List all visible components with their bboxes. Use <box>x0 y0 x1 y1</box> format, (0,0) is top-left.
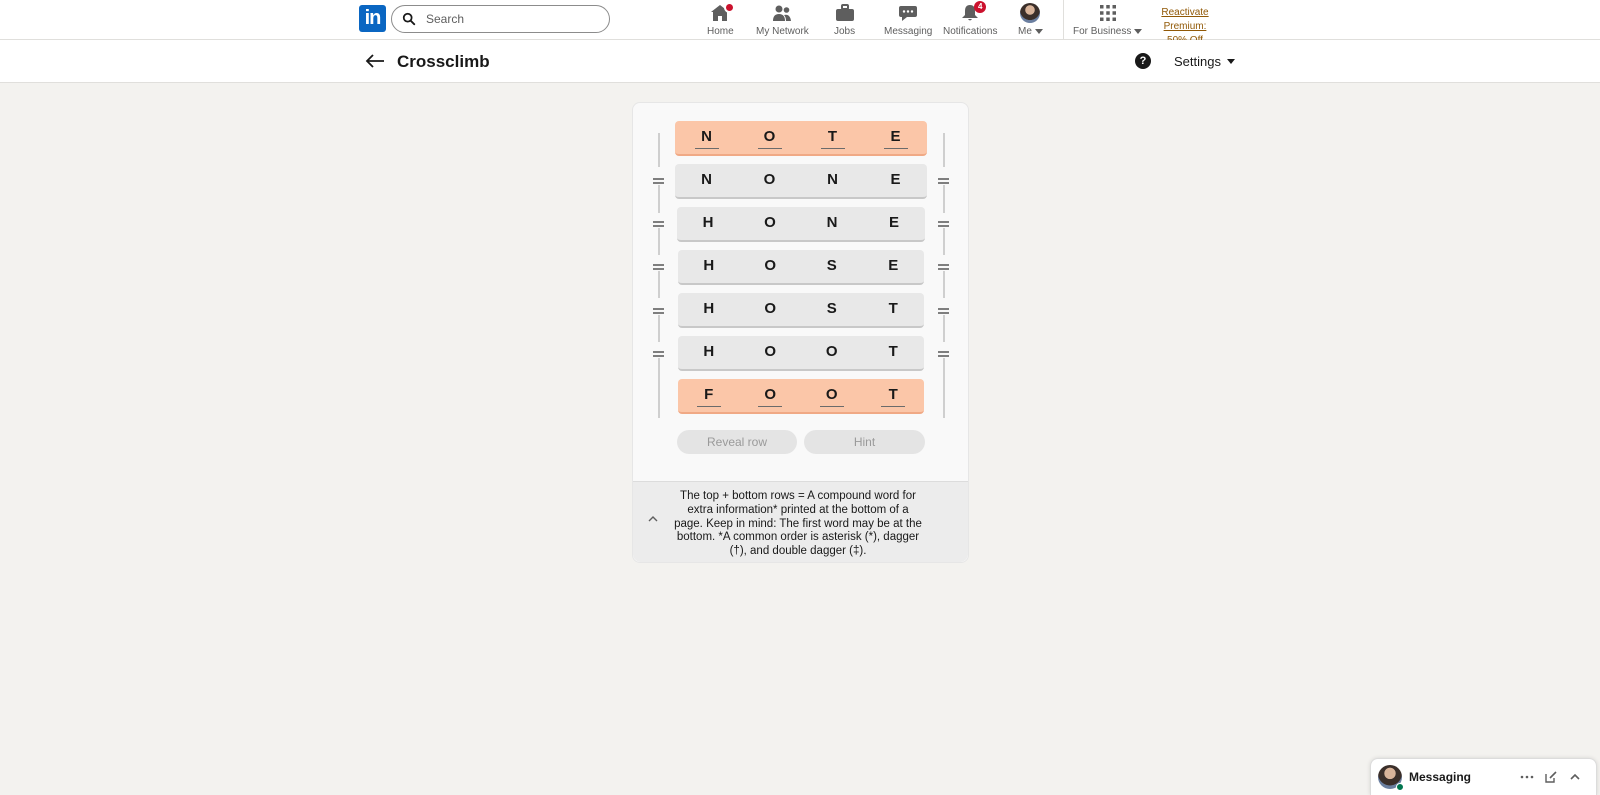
messaging-dock[interactable]: Messaging <box>1370 758 1597 795</box>
nav-item-for-business[interactable]: For Business <box>1073 3 1143 37</box>
chat-bubble-icon <box>899 6 918 21</box>
nav-label-home: Home <box>707 26 734 37</box>
drag-handle-icon[interactable] <box>653 264 664 270</box>
nav-item-my-network[interactable]: My Network <box>756 3 809 37</box>
letter-tile: O <box>757 128 782 149</box>
nav-item-notifications[interactable]: 4 Notifications <box>943 1 998 37</box>
letter-tile: E <box>883 128 908 149</box>
word-row[interactable]: H O N E <box>677 207 925 242</box>
letter-tile: H <box>702 214 714 231</box>
settings-label: Settings <box>1174 54 1221 69</box>
game-header: Crossclimb ? Settings <box>0 40 1600 83</box>
letter-tile: O <box>819 386 844 407</box>
premium-line-1: Reactivate Premium: <box>1161 7 1209 32</box>
for-business-label-text: For Business <box>1073 26 1132 37</box>
letter-tile: E <box>888 257 899 274</box>
search-input[interactable] <box>426 12 596 26</box>
letter-tile: N <box>701 171 712 188</box>
letter-tile: E <box>888 214 899 231</box>
compose-icon[interactable] <box>1543 769 1559 785</box>
letter-tile: O <box>764 300 777 317</box>
global-nav: in Home My Network <box>0 0 1600 46</box>
help-icon[interactable]: ? <box>1135 53 1151 69</box>
nav-label-notifications: Notifications <box>943 26 998 37</box>
nav-item-messaging[interactable]: Messaging <box>884 3 932 37</box>
nav-label-my-network: My Network <box>756 26 809 37</box>
hint-button[interactable]: Hint <box>804 430 925 454</box>
drag-handle-icon[interactable] <box>653 351 664 357</box>
letter-tile: S <box>826 300 837 317</box>
nav-divider <box>1063 0 1064 40</box>
letter-tile: O <box>825 343 838 360</box>
nav-item-jobs[interactable]: Jobs <box>834 3 855 37</box>
nav-item-home[interactable]: Home <box>707 2 736 37</box>
clue-panel: The top + bottom rows = A compound word … <box>633 481 968 562</box>
letter-tile: H <box>703 343 715 360</box>
settings-dropdown[interactable]: Settings <box>1174 54 1235 69</box>
letter-tile: E <box>890 171 901 188</box>
word-row[interactable]: H O S E <box>678 250 924 285</box>
word-row-bottom[interactable]: F O O T <box>678 379 924 414</box>
letter-tile: H <box>703 257 715 274</box>
chevron-up-icon[interactable] <box>646 512 660 526</box>
chevron-down-icon <box>1226 59 1235 64</box>
drag-handle-icon[interactable] <box>938 178 949 184</box>
online-status-indicator <box>1396 783 1404 791</box>
drag-handle-icon[interactable] <box>938 351 949 357</box>
reveal-row-button[interactable]: Reveal row <box>677 430 797 454</box>
letter-tile: T <box>881 386 906 407</box>
letter-tile: F <box>696 386 721 407</box>
chevron-up-icon[interactable] <box>1567 769 1583 785</box>
chevron-down-icon <box>1034 29 1043 34</box>
me-label-text: Me <box>1018 26 1032 37</box>
search-box[interactable] <box>391 5 610 33</box>
letter-tile: O <box>764 214 776 231</box>
drag-handle-icon[interactable] <box>653 308 664 314</box>
letter-tile: O <box>764 343 777 360</box>
letter-tile: N <box>826 214 838 231</box>
drag-handle-icon[interactable] <box>653 221 664 227</box>
letter-tile: N <box>827 171 838 188</box>
word-row[interactable]: N O N E <box>675 164 927 199</box>
nav-label-jobs: Jobs <box>834 26 856 37</box>
avatar <box>1020 3 1041 23</box>
drag-handle-icon[interactable] <box>938 308 949 314</box>
letter-tile: H <box>703 300 715 317</box>
grid-icon <box>1099 5 1116 21</box>
page-title: Crossclimb <box>397 52 490 71</box>
back-arrow-icon[interactable] <box>364 51 386 71</box>
right-rail <box>943 133 945 418</box>
home-notification-dot <box>724 2 736 13</box>
linkedin-logo[interactable]: in <box>359 5 386 32</box>
drag-handle-icon[interactable] <box>938 221 949 227</box>
letter-tile: O <box>763 171 776 188</box>
word-row[interactable]: H O S T <box>678 293 924 328</box>
word-row-top[interactable]: N O T E <box>675 121 927 156</box>
letter-tile: N <box>694 128 719 149</box>
nav-label-messaging: Messaging <box>884 26 933 37</box>
briefcase-icon <box>835 4 854 21</box>
notifications-count-badge: 4 <box>974 1 987 13</box>
letter-tile: T <box>820 128 845 149</box>
search-icon <box>402 12 416 26</box>
word-row[interactable]: H O O T <box>678 336 924 371</box>
letter-tile: T <box>888 343 898 360</box>
clue-text: The top + bottom rows = A compound word … <box>674 490 922 558</box>
crossclimb-board: N O T E N O N E H O N E H O S E H O S T … <box>632 102 969 563</box>
letter-tile: O <box>758 386 783 407</box>
letter-tile: T <box>888 300 898 317</box>
left-rail <box>658 133 660 418</box>
letter-tile: S <box>826 257 837 274</box>
nav-label-me: Me <box>1018 26 1043 37</box>
nav-label-for-business: For Business <box>1073 26 1143 37</box>
drag-handle-icon[interactable] <box>653 178 664 184</box>
drag-handle-icon[interactable] <box>938 264 949 270</box>
more-options-icon[interactable] <box>1519 769 1535 785</box>
nav-item-me[interactable]: Me <box>1018 3 1043 37</box>
people-icon <box>773 5 792 21</box>
letter-tile: O <box>764 257 777 274</box>
messaging-dock-label: Messaging <box>1409 770 1472 784</box>
